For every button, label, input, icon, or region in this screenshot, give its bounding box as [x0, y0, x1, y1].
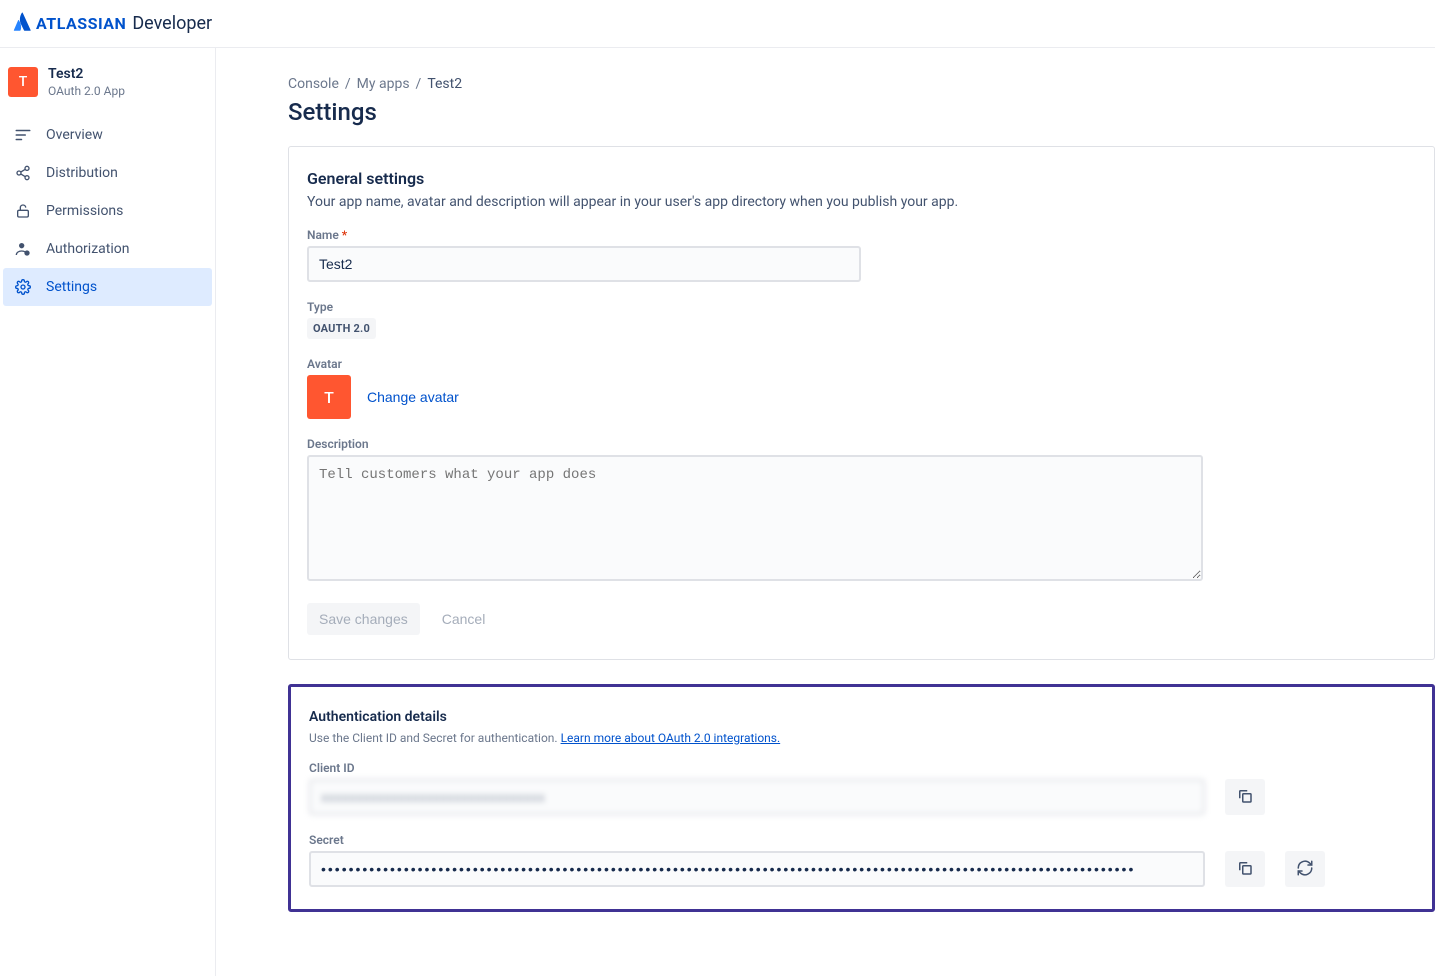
general-title: General settings — [307, 169, 1416, 188]
change-avatar-button[interactable]: Change avatar — [367, 389, 459, 405]
secret-label: Secret — [309, 833, 1414, 847]
client-id-label: Client ID — [309, 761, 1414, 775]
client-id-input[interactable] — [309, 779, 1205, 815]
general-settings-panel: General settings Your app name, avatar a… — [288, 146, 1435, 660]
regenerate-secret-button[interactable] — [1285, 851, 1325, 887]
page-title: Settings — [288, 98, 1435, 126]
description-input[interactable] — [307, 455, 1203, 581]
brand-word: ATLASSIAN — [36, 14, 126, 33]
auth-title: Authentication details — [309, 709, 1414, 725]
app-type: OAuth 2.0 App — [48, 84, 125, 98]
learn-more-link[interactable]: Learn more about OAuth 2.0 integrations. — [561, 731, 781, 745]
sidebar-item-permissions[interactable]: Permissions — [0, 192, 215, 230]
copy-icon — [1236, 859, 1254, 880]
sidebar-item-label: Settings — [46, 279, 97, 295]
breadcrumb-myapps[interactable]: My apps — [357, 76, 410, 92]
sidebar-item-label: Overview — [46, 127, 103, 143]
cancel-button[interactable]: Cancel — [430, 603, 498, 635]
description-label: Description — [307, 437, 1416, 451]
name-input[interactable] — [307, 246, 861, 282]
name-label: Name * — [307, 228, 1416, 242]
refresh-icon — [1296, 859, 1314, 880]
overview-icon — [14, 128, 32, 142]
auth-desc: Use the Client ID and Secret for authent… — [309, 731, 1414, 745]
unlock-icon — [14, 203, 32, 219]
auth-details-panel: Authentication details Use the Client ID… — [288, 684, 1435, 912]
secret-input[interactable] — [309, 851, 1205, 887]
sidebar-item-authorization[interactable]: Authorization — [0, 230, 215, 268]
required-indicator: * — [339, 228, 347, 242]
sidebar-item-label: Authorization — [46, 241, 129, 257]
share-icon — [14, 165, 32, 181]
copy-secret-button[interactable] — [1225, 851, 1265, 887]
breadcrumb-sep: / — [345, 76, 351, 92]
app-header[interactable]: T Test2 OAuth 2.0 App — [0, 66, 215, 116]
save-button[interactable]: Save changes — [307, 603, 420, 635]
avatar-preview: T — [307, 375, 351, 419]
breadcrumb-current: Test2 — [427, 76, 462, 92]
breadcrumb-console[interactable]: Console — [288, 76, 339, 92]
app-name: Test2 — [48, 66, 125, 82]
sidebar-item-settings[interactable]: Settings — [3, 268, 212, 306]
app-avatar: T — [8, 67, 38, 97]
copy-client-id-button[interactable] — [1225, 779, 1265, 815]
type-label: Type — [307, 300, 1416, 314]
sidebar: T Test2 OAuth 2.0 App Overview Distribut… — [0, 48, 216, 976]
main-content: Console / My apps / Test2 Settings Gener… — [216, 48, 1435, 976]
breadcrumb: Console / My apps / Test2 — [288, 76, 1435, 92]
breadcrumb-sep: / — [416, 76, 422, 92]
copy-icon — [1236, 787, 1254, 808]
sidebar-item-label: Distribution — [46, 165, 118, 181]
type-badge: OAUTH 2.0 — [307, 318, 376, 339]
sidebar-item-overview[interactable]: Overview — [0, 116, 215, 154]
general-desc: Your app name, avatar and description wi… — [307, 194, 1416, 210]
gear-icon — [14, 279, 32, 295]
sidebar-item-distribution[interactable]: Distribution — [0, 154, 215, 192]
brand-logo[interactable]: ATLASSIAN Developer — [12, 12, 212, 36]
top-header: ATLASSIAN Developer — [0, 0, 1435, 48]
atlassian-icon — [12, 12, 32, 36]
avatar-label: Avatar — [307, 357, 1416, 371]
user-check-icon — [14, 241, 32, 257]
sidebar-item-label: Permissions — [46, 203, 123, 219]
brand-sub: Developer — [132, 13, 212, 34]
